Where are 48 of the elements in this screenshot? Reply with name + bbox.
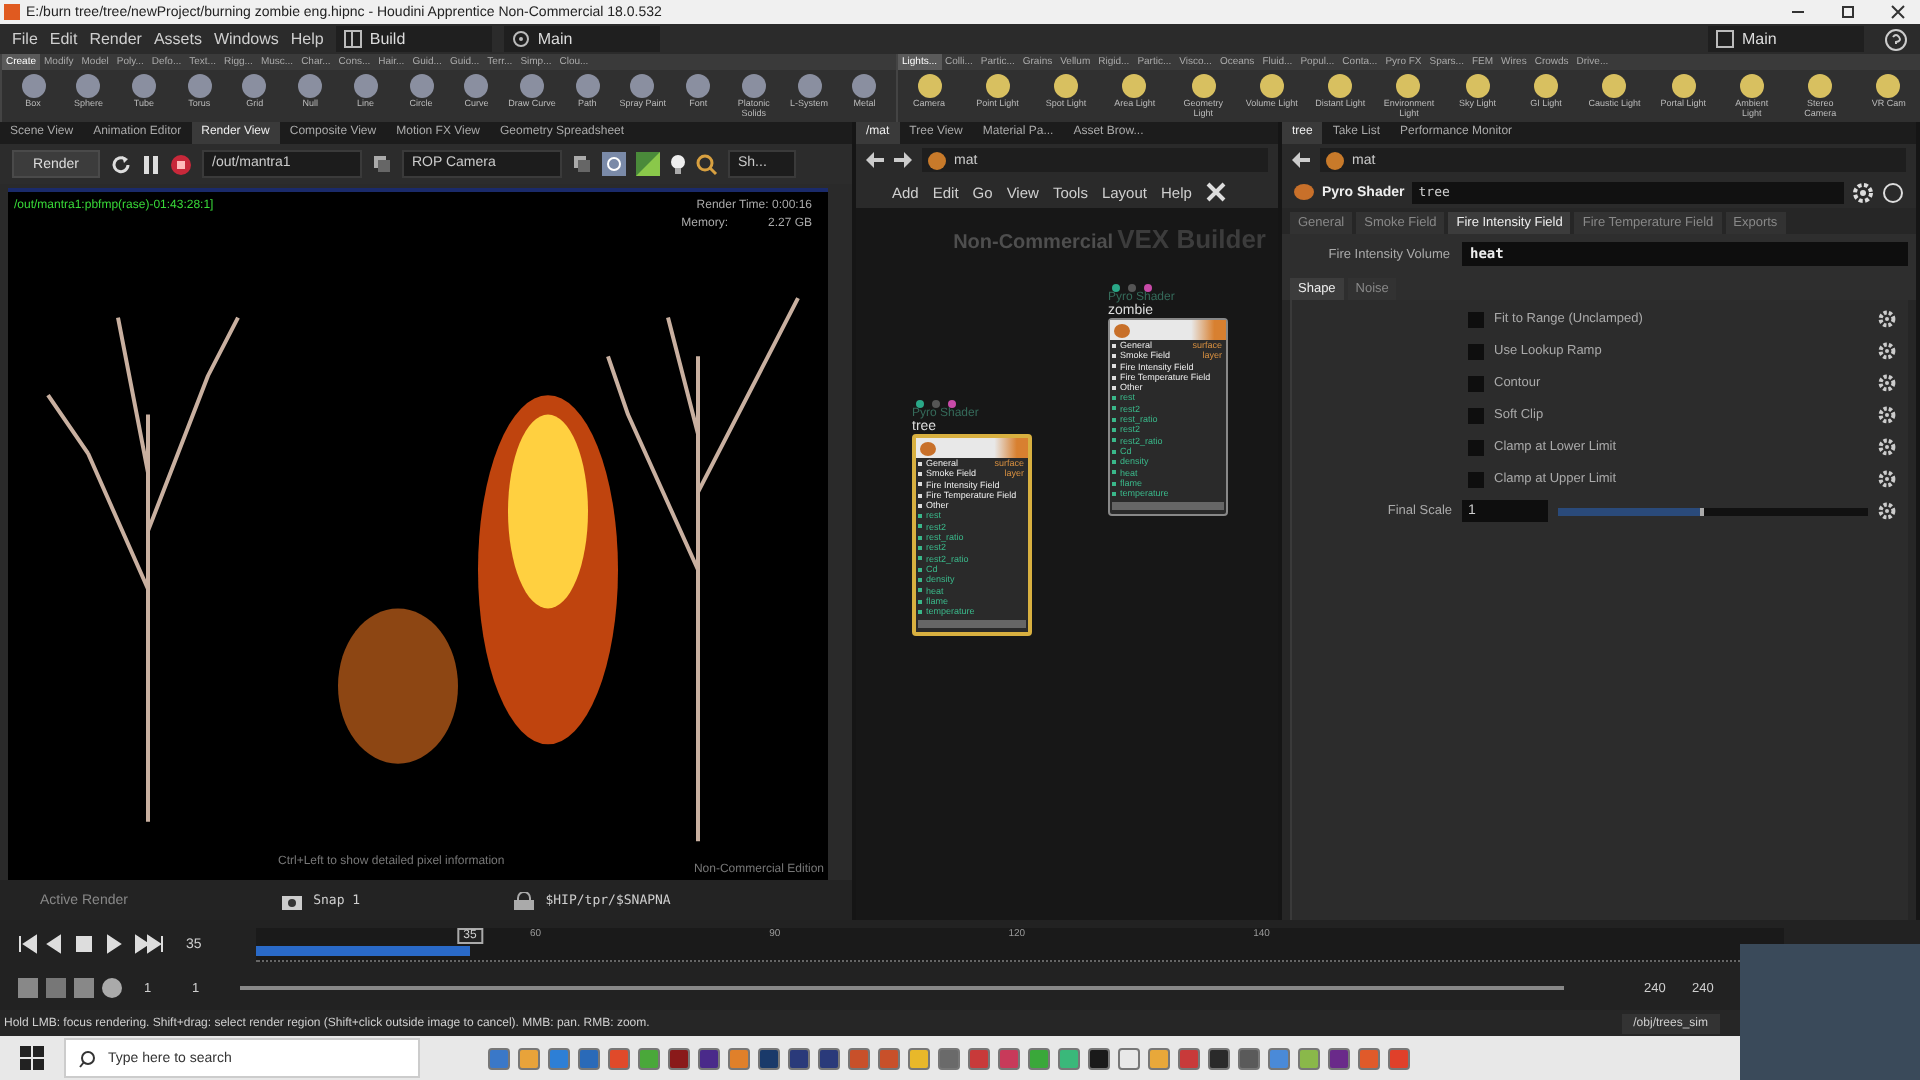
zoom-icon[interactable] bbox=[696, 153, 718, 175]
desk-dropdown[interactable]: Main bbox=[1708, 26, 1864, 52]
checkbox[interactable] bbox=[1468, 471, 1484, 487]
back-arrow-icon[interactable] bbox=[866, 152, 884, 168]
taskbar-app-icon[interactable] bbox=[788, 1047, 810, 1069]
menu-item[interactable]: File bbox=[12, 30, 38, 48]
maximize-icon bbox=[1840, 4, 1856, 20]
back-arrow-icon[interactable] bbox=[1292, 152, 1310, 168]
checkbox[interactable] bbox=[1468, 407, 1484, 423]
taskbar-app-icon[interactable] bbox=[818, 1047, 840, 1069]
taskbar-app-icon[interactable] bbox=[1208, 1047, 1230, 1069]
lightbulb-icon[interactable] bbox=[670, 153, 686, 175]
windows-start-icon[interactable] bbox=[20, 1046, 44, 1070]
view-dropdown[interactable]: Main bbox=[503, 26, 660, 52]
checkbox[interactable] bbox=[1468, 311, 1484, 327]
lock-icon[interactable] bbox=[513, 891, 534, 909]
snapshot-icon[interactable] bbox=[602, 152, 626, 176]
pause-icon[interactable] bbox=[142, 153, 160, 175]
close-icon bbox=[1890, 4, 1906, 20]
menu-item[interactable]: Windows bbox=[213, 30, 279, 48]
target-icon bbox=[511, 30, 530, 48]
taskbar-app-icon[interactable] bbox=[1328, 1047, 1350, 1069]
copy-icon[interactable] bbox=[572, 154, 592, 174]
checkbox[interactable] bbox=[1468, 439, 1484, 455]
search-icon bbox=[78, 1049, 96, 1067]
app-icon bbox=[4, 4, 20, 20]
refresh-icon[interactable] bbox=[110, 153, 132, 175]
layout-icon bbox=[343, 30, 362, 48]
settings-icon[interactable] bbox=[1852, 181, 1874, 203]
slider-fill[interactable] bbox=[1558, 507, 1704, 515]
taskbar-app-icon[interactable] bbox=[698, 1047, 720, 1069]
forward-arrow-icon[interactable] bbox=[894, 152, 912, 168]
timeline-tools-drawing[interactable] bbox=[16, 976, 124, 1000]
taskbar-app-icon[interactable] bbox=[758, 1047, 780, 1069]
menu-item[interactable]: Edit bbox=[49, 30, 78, 48]
checkbox[interactable] bbox=[1468, 343, 1484, 359]
grid-icon bbox=[1716, 30, 1734, 48]
shader-icon bbox=[1294, 184, 1314, 200]
copy-icon[interactable] bbox=[372, 154, 392, 174]
checkbox[interactable] bbox=[1468, 375, 1484, 391]
menu-item[interactable]: Render bbox=[89, 30, 142, 48]
desktop-dropdown[interactable]: Build bbox=[335, 26, 492, 52]
taskbar-app-icon[interactable] bbox=[1088, 1047, 1110, 1069]
stop-icon[interactable] bbox=[170, 153, 192, 175]
menu-item[interactable]: Assets bbox=[153, 30, 202, 48]
camera-icon[interactable] bbox=[281, 891, 302, 909]
menu-item[interactable]: Help bbox=[290, 30, 324, 48]
taskbar-app-icon[interactable] bbox=[668, 1047, 690, 1069]
